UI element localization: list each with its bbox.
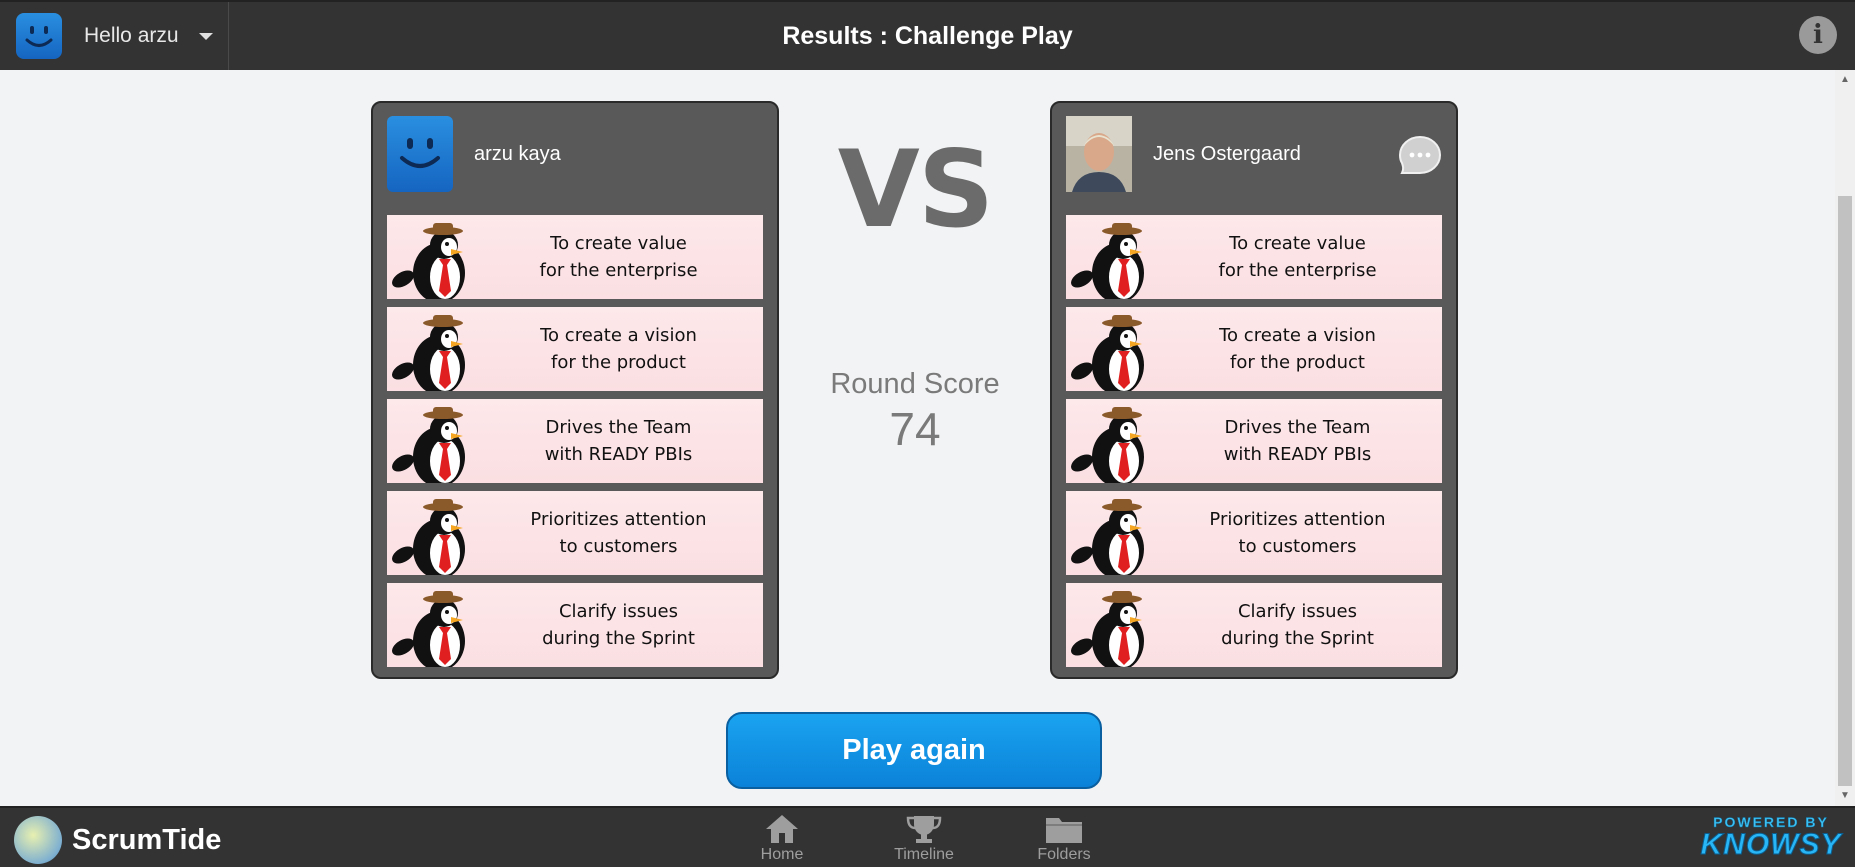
answer-card[interactable]: To create a vision for the product (1066, 307, 1442, 391)
left-player-avatar (387, 116, 453, 192)
top-bar: Hello arzu Results : Challenge Play i (0, 0, 1855, 70)
answer-card[interactable]: 12 Prioritizes attention to customers (387, 491, 763, 575)
nav-folders[interactable]: Folders (1019, 814, 1109, 864)
vs-label: VS (837, 128, 994, 251)
play-again-button[interactable]: Play again (726, 712, 1102, 789)
powered-by-logo[interactable]: POWERED BY KNOWSY (1699, 814, 1843, 866)
answer-card[interactable]: 11 Clarify issues during the Sprint (387, 583, 763, 667)
left-player-header: arzu kaya (387, 115, 763, 193)
penguin-icon (1071, 591, 1144, 667)
left-player-name: arzu kaya (474, 142, 561, 165)
answer-text: Drives the Team with READY PBIs (544, 417, 693, 465)
answer-text: Prioritizes attention to customers (1209, 509, 1386, 557)
nav-timeline[interactable]: Timeline (879, 814, 969, 864)
answer-text: Clarify issues during the Sprint (1221, 601, 1374, 649)
scroll-thumb[interactable] (1838, 196, 1852, 786)
penguin-icon (1071, 407, 1144, 483)
round-score-value: 74 (889, 403, 941, 455)
answer-card[interactable]: 20 To create value for the enterprise (387, 215, 763, 299)
right-player-header: Jens Ostergaard (1066, 115, 1442, 193)
penguin-icon (392, 223, 465, 299)
scrumtide-logo-icon (14, 816, 62, 864)
answer-text: To create a vision for the product (540, 325, 697, 373)
right-card-list: To create value for the enterprise To cr… (1066, 215, 1442, 675)
penguin-icon (392, 315, 465, 391)
scroll-down-icon[interactable]: ▼ (1840, 791, 1850, 801)
penguin-icon (1071, 315, 1144, 391)
answer-card[interactable]: Prioritizes attention to customers (1066, 491, 1442, 575)
nav-home-label: Home (760, 846, 804, 863)
penguin-icon (392, 407, 465, 483)
brand-name: ScrumTide (72, 823, 222, 856)
nav-timeline-label: Timeline (894, 846, 954, 863)
answer-text: Drives the Team with READY PBIs (1223, 417, 1372, 465)
scroll-up-icon[interactable]: ▲ (1840, 75, 1850, 85)
penguin-icon (392, 591, 465, 667)
person-photo (1066, 116, 1132, 192)
answer-text: To create value for the enterprise (539, 233, 698, 281)
answer-text: Prioritizes attention to customers (530, 509, 707, 557)
answer-card[interactable]: To create value for the enterprise (1066, 215, 1442, 299)
knowsy-logo-text: KNOWSY (1700, 828, 1842, 861)
answer-card[interactable]: 14 Drives the Team with READY PBIs (387, 399, 763, 483)
brand[interactable]: ScrumTide (14, 816, 221, 864)
left-card-list: 20 To create value for the enterprise 17… (387, 215, 763, 675)
nav-folders-label: Folders (1037, 846, 1091, 863)
home-icon (766, 815, 798, 843)
bottom-bar: ScrumTide Home Timeline Folders POWERED … (0, 806, 1855, 867)
penguin-icon (392, 499, 465, 575)
penguin-icon (1071, 499, 1144, 575)
scrollbar[interactable]: ▲ ▼ (1835, 70, 1855, 806)
answer-text: To create a vision for the product (1219, 325, 1376, 373)
trophy-icon (906, 816, 942, 843)
info-icon[interactable]: i (1799, 16, 1837, 54)
right-player-panel: Jens Ostergaard To create value for the … (1050, 101, 1458, 679)
right-player-avatar (1066, 116, 1132, 192)
answer-text: Clarify issues during the Sprint (542, 601, 695, 649)
answer-text: To create value for the enterprise (1218, 233, 1377, 281)
answer-card[interactable]: Clarify issues during the Sprint (1066, 583, 1442, 667)
chat-bubble-icon[interactable] (1398, 135, 1442, 175)
round-score-label: Round Score (830, 368, 1000, 400)
page-title: Results : Challenge Play (782, 22, 1073, 50)
answer-card[interactable]: 17 To create a vision for the product (387, 307, 763, 391)
nav-home[interactable]: Home (737, 814, 827, 864)
left-player-panel: arzu kaya 20 To create value for the ent… (371, 101, 779, 679)
smiley-avatar-icon (400, 138, 440, 168)
penguin-icon (1071, 223, 1144, 299)
folder-icon (1046, 818, 1082, 843)
answer-card[interactable]: Drives the Team with READY PBIs (1066, 399, 1442, 483)
right-player-name: Jens Ostergaard (1153, 142, 1301, 165)
